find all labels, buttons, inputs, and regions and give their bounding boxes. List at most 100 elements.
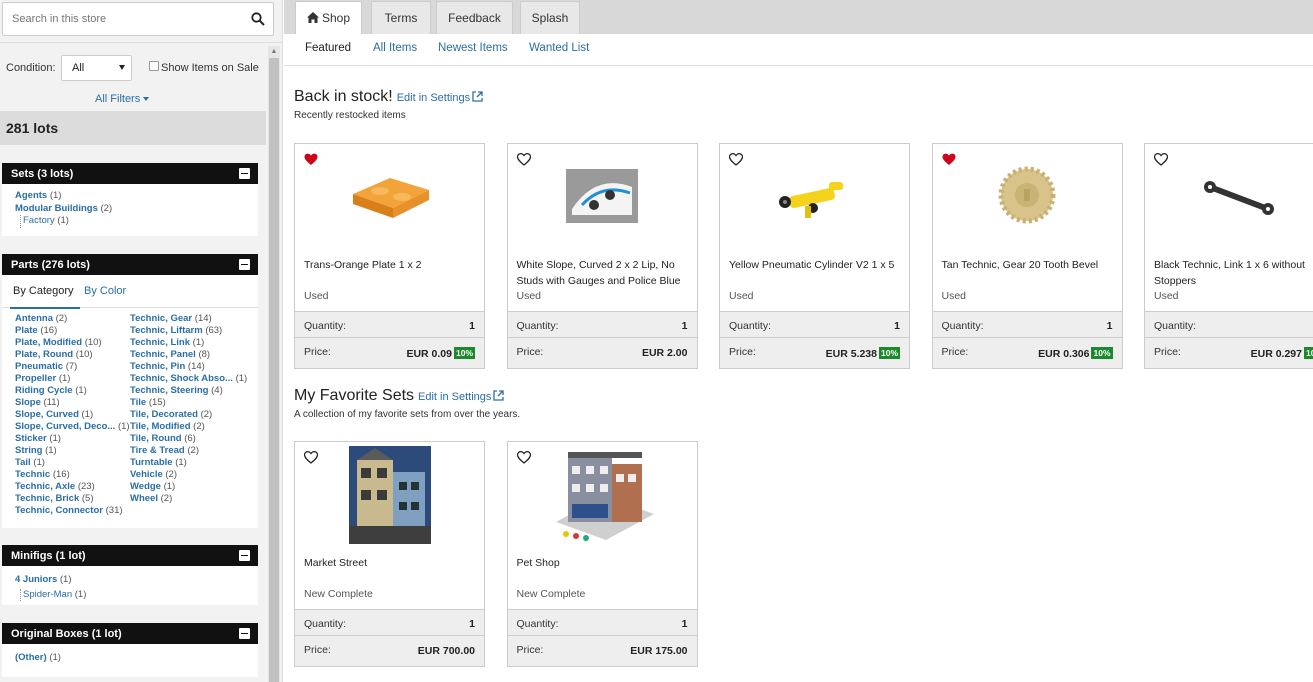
sidebar-scrollbar[interactable]: ▲	[268, 46, 280, 682]
product-name[interactable]: White Slope, Curved 2 x 2 Lip, No Studs …	[517, 257, 695, 289]
collapse-icon[interactable]	[239, 168, 250, 179]
show-on-sale-checkbox[interactable]	[149, 61, 159, 71]
product-name[interactable]: Yellow Pneumatic Cylinder V2 1 x 5	[729, 257, 907, 273]
subnav-newest-items[interactable]: Newest Items	[438, 42, 508, 54]
scroll-up-arrow-icon[interactable]: ▲	[268, 46, 280, 58]
category-link[interactable]: Technic, Gear (14)	[130, 313, 247, 325]
heart-outline-icon[interactable]	[1153, 152, 1169, 166]
product-name[interactable]: Market Street	[304, 555, 482, 571]
product-card[interactable]: White Slope, Curved 2 x 2 Lip, No Studs …	[506, 143, 698, 369]
category-link[interactable]: Plate (16)	[15, 325, 130, 337]
heart-filled-icon[interactable]	[942, 153, 956, 166]
price-value: EUR 5.238 10%	[825, 347, 900, 360]
subnav-featured[interactable]: Featured	[305, 42, 351, 54]
category-link[interactable]: Technic, Liftarm (63)	[130, 325, 247, 337]
collapse-icon[interactable]	[239, 628, 250, 639]
minifigs-panel-header[interactable]: Minifigs (1 lot)	[2, 545, 258, 566]
show-on-sale-label[interactable]: Show Items on Sale	[161, 62, 259, 74]
product-name[interactable]: Trans-Orange Plate 1 x 2	[304, 257, 482, 273]
category-link[interactable]: Slope, Curved, Deco... (1)	[15, 421, 130, 433]
edit-in-settings-link[interactable]: Edit in Settings	[418, 390, 505, 403]
category-link[interactable]: Technic, Link (1)	[130, 337, 247, 349]
product-image[interactable]	[1200, 177, 1280, 217]
product-card[interactable]: Trans-Orange Plate 1 x 2 Used Quantity: 1 Pr…	[294, 143, 485, 369]
subnav-all-items[interactable]: All Items	[373, 42, 417, 54]
subcategory-link[interactable]: Factory (1)	[20, 215, 258, 228]
condition-select[interactable]: All	[61, 55, 132, 81]
category-link[interactable]: Slope, Curved (1)	[15, 409, 130, 421]
product-image[interactable]	[546, 444, 658, 544]
tab-by-category[interactable]: By Category	[13, 285, 74, 297]
tab-shop-label: Shop	[321, 11, 351, 25]
category-link[interactable]: Tile, Decorated (2)	[130, 409, 247, 421]
heart-filled-icon[interactable]	[304, 153, 318, 166]
category-link[interactable]: Plate, Round (10)	[15, 349, 130, 361]
category-link[interactable]: Tail (1)	[15, 457, 130, 469]
product-image[interactable]	[566, 169, 638, 223]
subcategory-link[interactable]: Spider-Man (1)	[20, 588, 258, 601]
category-link[interactable]: Modular Buildings (2)	[15, 203, 258, 216]
category-link[interactable]: Agents (1)	[15, 190, 258, 203]
scrollbar-thumb[interactable]	[269, 58, 279, 682]
category-link[interactable]: Tile, Modified (2)	[130, 421, 247, 433]
product-card[interactable]: Tan Technic, Gear 20 Tooth Bevel Used Quan…	[931, 143, 1123, 369]
category-link[interactable]: Wheel (2)	[130, 493, 247, 505]
search-icon[interactable]	[251, 12, 265, 26]
collapse-icon[interactable]	[239, 259, 250, 270]
heart-outline-icon[interactable]	[516, 152, 531, 166]
category-link[interactable]: 4 Juniors (1)	[15, 574, 258, 587]
category-link[interactable]: Technic, Connector (31)	[15, 505, 130, 517]
category-link[interactable]: Sticker (1)	[15, 433, 130, 445]
category-link[interactable]: Antenna (2)	[15, 313, 130, 325]
original-boxes-panel-header[interactable]: Original Boxes (1 lot)	[2, 623, 258, 644]
category-link[interactable]: Technic, Pin (14)	[130, 361, 247, 373]
category-link[interactable]: Tile (15)	[130, 397, 247, 409]
product-image[interactable]	[348, 446, 431, 544]
product-card[interactable]: Pet Shop New Complete Quantity: 1 Price: EUR …	[506, 441, 698, 667]
collapse-icon[interactable]	[239, 550, 250, 561]
tab-splash[interactable]: Splash	[520, 1, 580, 34]
search-input[interactable]	[3, 3, 243, 35]
category-link[interactable]: Technic, Axle (23)	[15, 481, 130, 493]
parts-category-list: Antenna (2) Plate (16) Plate, Modified (10…	[2, 308, 258, 516]
sets-panel-header[interactable]: Sets (3 lots)	[2, 163, 258, 184]
tab-shop[interactable]: Shop	[295, 1, 362, 35]
category-link[interactable]: Turntable (1)	[130, 457, 247, 469]
edit-in-settings-link[interactable]: Edit in Settings	[397, 91, 483, 104]
all-filters-link[interactable]: All Filters	[95, 93, 150, 105]
category-link[interactable]: Propeller (1)	[15, 373, 130, 385]
category-link[interactable]: Wedge (1)	[130, 481, 247, 493]
tab-terms[interactable]: Terms	[371, 1, 431, 34]
category-link[interactable]: Technic, Shock Abso... (1)	[130, 373, 247, 385]
product-card[interactable]: Market Street New Complete Quantity: 1 Price…	[294, 441, 485, 667]
category-link[interactable]: Technic (16)	[15, 469, 130, 481]
heart-outline-icon[interactable]	[728, 152, 744, 166]
category-link[interactable]: Technic, Panel (8)	[130, 349, 247, 361]
category-link[interactable]: Technic, Steering (4)	[130, 385, 247, 397]
category-link[interactable]: Slope (11)	[15, 397, 130, 409]
category-link[interactable]: Plate, Modified (10)	[15, 337, 130, 349]
price-row: Price: EUR 175.00	[507, 636, 697, 666]
product-image[interactable]	[997, 165, 1057, 225]
product-card[interactable]: Yellow Pneumatic Cylinder V2 1 x 5 Used Qu…	[719, 143, 910, 369]
category-link[interactable]: Vehicle (2)	[130, 469, 247, 481]
product-name[interactable]: Pet Shop	[517, 555, 695, 571]
product-name[interactable]: Tan Technic, Gear 20 Tooth Bevel	[942, 257, 1120, 273]
category-link[interactable]: String (1)	[15, 445, 130, 457]
tab-feedback[interactable]: Feedback	[436, 1, 513, 34]
product-card[interactable]: Black Technic, Link 1 x 6 without Stoppe…	[1144, 143, 1313, 369]
category-link[interactable]: Riding Cycle (1)	[15, 385, 130, 397]
product-image[interactable]	[345, 164, 435, 224]
heart-outline-icon[interactable]	[516, 450, 531, 464]
category-link[interactable]: (Other) (1)	[15, 652, 258, 665]
parts-panel-header[interactable]: Parts (276 lots)	[2, 254, 258, 275]
product-name[interactable]: Black Technic, Link 1 x 6 without Stoppe…	[1154, 257, 1313, 289]
tab-by-color[interactable]: By Color	[84, 285, 126, 297]
category-link[interactable]: Pneumatic (7)	[15, 361, 130, 373]
heart-outline-icon[interactable]	[303, 450, 319, 464]
product-image[interactable]	[775, 176, 855, 222]
category-link[interactable]: Tire & Tread (2)	[130, 445, 247, 457]
category-link[interactable]: Tile, Round (6)	[130, 433, 247, 445]
category-link[interactable]: Technic, Brick (5)	[15, 493, 130, 505]
subnav-wanted-list[interactable]: Wanted List	[529, 42, 589, 54]
